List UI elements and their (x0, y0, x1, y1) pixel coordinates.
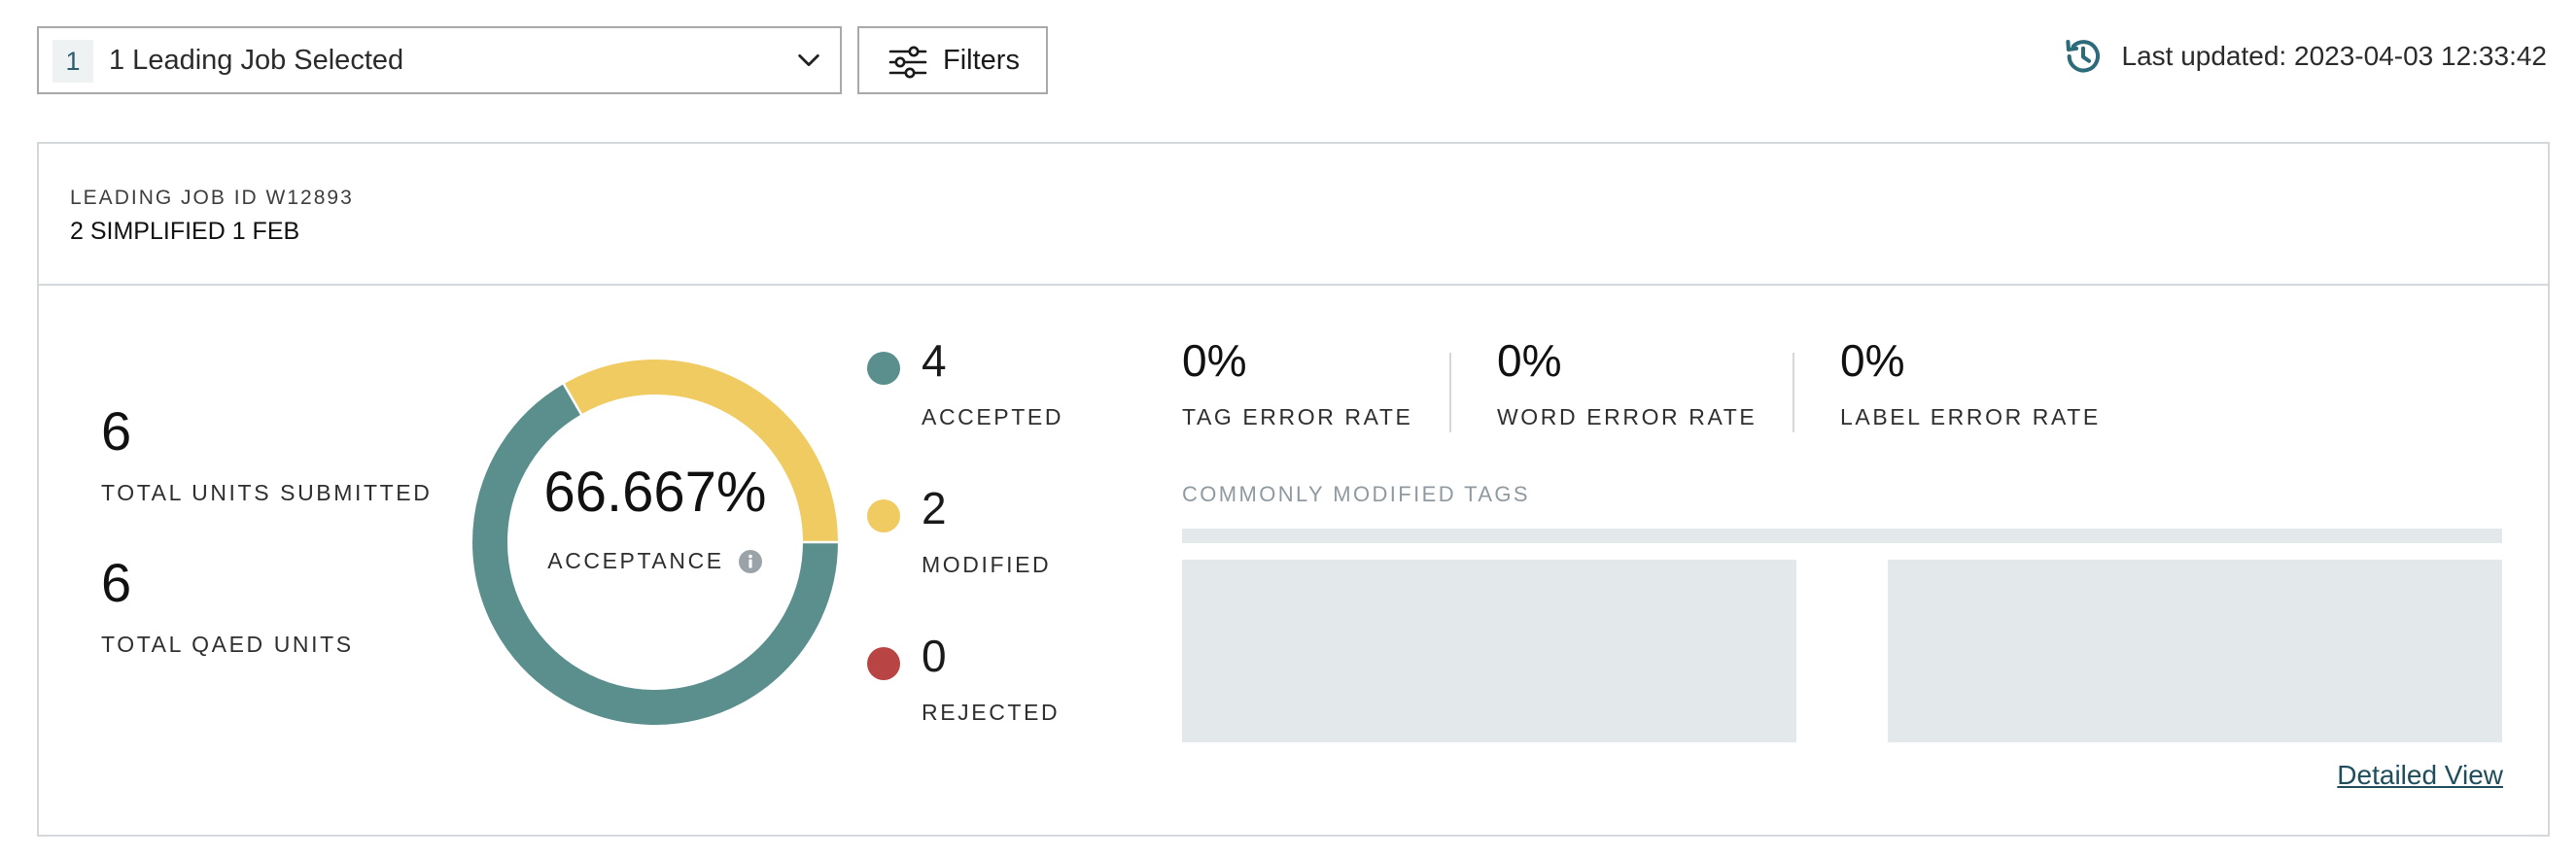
modified-value: 2 (922, 483, 947, 533)
tags-placeholder-box (1888, 560, 2502, 742)
modified-dot-icon (867, 499, 900, 532)
filters-label: Filters (943, 45, 1020, 76)
word-error-rate-value: 0% (1497, 335, 1562, 386)
leading-job-id: LEADING JOB ID W12893 (70, 187, 354, 209)
leading-job-dropdown[interactable]: 1 1 Leading Job Selected (37, 26, 842, 94)
job-name: 2 SIMPLIFIED 1 FEB (70, 218, 300, 245)
acceptance-caption: ACCEPTANCE (472, 548, 838, 574)
card-header: LEADING JOB ID W12893 2 SIMPLIFIED 1 FEB (39, 144, 2548, 286)
last-updated: Last updated: 2023-04-03 12:33:42 (2062, 33, 2547, 80)
rejected-label: REJECTED (922, 700, 1061, 725)
label-error-rate-value: 0% (1840, 335, 1905, 386)
divider (1793, 353, 1794, 432)
total-qaed-units-label: TOTAL QAED UNITS (101, 632, 354, 657)
acceptance-value: 66.667% (543, 461, 767, 524)
accepted-value: 4 (922, 335, 947, 386)
accepted-dot-icon (867, 352, 900, 385)
word-error-rate: 0% WORD ERROR RATE (1497, 334, 1755, 429)
selected-count-badge: 1 (52, 40, 93, 83)
accepted-label: ACCEPTED (922, 404, 1064, 429)
divider (1449, 353, 1451, 432)
total-units-submitted-label: TOTAL UNITS SUBMITTED (101, 480, 433, 505)
tags-placeholder-box (1182, 560, 1796, 742)
word-error-rate-label: WORD ERROR RATE (1497, 404, 1758, 429)
rejected-dot-icon (867, 647, 900, 680)
history-icon (2065, 39, 2100, 73)
filters-button[interactable]: Filters (857, 26, 1048, 94)
last-updated-text: Last updated: 2023-04-03 12:33:42 (2121, 41, 2547, 71)
modified-label: MODIFIED (922, 552, 1052, 577)
info-icon[interactable] (738, 549, 763, 574)
top-bar: 1 1 Leading Job Selected Filters Last up… (0, 0, 2576, 136)
total-units-submitted-value: 6 (101, 400, 132, 462)
acceptance-label: ACCEPTANCE (547, 548, 724, 573)
total-units-submitted: 6 TOTAL UNITS SUBMITTED (101, 404, 432, 506)
acceptance-center: 66.667% ACCEPTANCE (472, 464, 838, 574)
tag-error-rate: 0% TAG ERROR RATE (1182, 334, 1410, 429)
total-qaed-units: 6 TOTAL QAED UNITS (101, 556, 354, 658)
label-error-rate: 0% LABEL ERROR RATE (1840, 334, 2098, 429)
sliders-icon (888, 46, 927, 79)
tags-placeholder-bar (1182, 529, 2502, 543)
job-summary-card: LEADING JOB ID W12893 2 SIMPLIFIED 1 FEB… (37, 142, 2550, 837)
total-qaed-units-value: 6 (101, 552, 132, 613)
tag-error-rate-value: 0% (1182, 335, 1247, 386)
tag-error-rate-label: TAG ERROR RATE (1182, 404, 1413, 429)
dropdown-label: 1 Leading Job Selected (109, 45, 404, 76)
label-error-rate-label: LABEL ERROR RATE (1840, 404, 2101, 429)
commonly-modified-tags-title: COMMONLY MODIFIED TAGS (1182, 482, 1530, 506)
chevron-down-icon (798, 53, 819, 67)
rejected-value: 0 (922, 631, 947, 681)
detailed-view-link[interactable]: Detailed View (2337, 760, 2503, 791)
